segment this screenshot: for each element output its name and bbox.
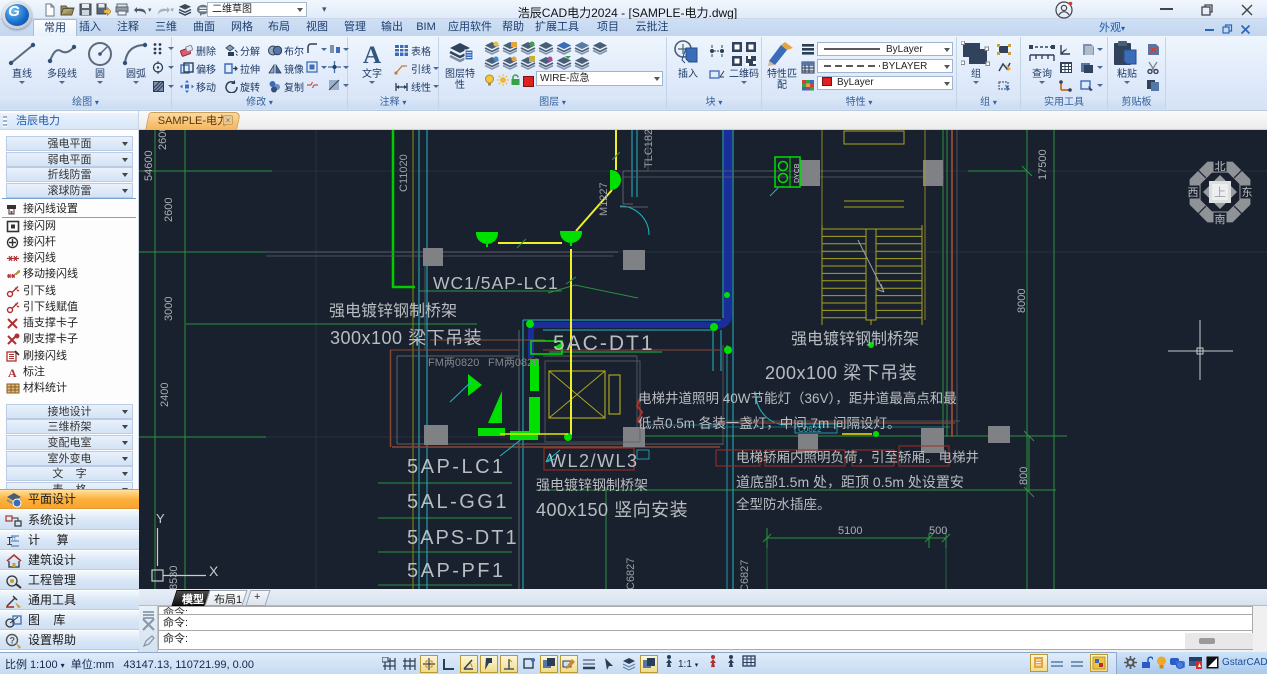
svg-text:强电镀锌钢制桥架: 强电镀锌钢制桥架 <box>329 302 457 320</box>
svg-text:500: 500 <box>929 525 947 537</box>
svg-text:8000: 8000 <box>1016 289 1028 313</box>
svg-text:A: A <box>363 42 381 67</box>
svg-text:FM两0820: FM两0820 <box>488 357 539 369</box>
svg-text:2600: 2600 <box>157 130 169 150</box>
svg-text:5AP-PF1: 5AP-PF1 <box>407 560 506 582</box>
svg-text:5100: 5100 <box>838 525 862 537</box>
svg-text:5AC-DT1: 5AC-DT1 <box>553 332 655 355</box>
svg-text:400x150 竖向安装: 400x150 竖向安装 <box>536 500 688 520</box>
svg-text:M1227: M1227 <box>598 182 610 216</box>
svg-text:C6827: C6827 <box>625 558 637 589</box>
svg-text:Y: Y <box>156 511 165 526</box>
svg-text:南: 南 <box>1215 213 1226 226</box>
svg-text:东: 东 <box>1242 186 1253 199</box>
svg-text:电梯轿厢内照明负荷，引至轿厢。电梯井: 电梯轿厢内照明负荷，引至轿厢。电梯井 <box>736 450 979 465</box>
svg-text:强电镀锌钢制桥架: 强电镀锌钢制桥架 <box>536 477 648 493</box>
svg-text:54600: 54600 <box>143 150 155 181</box>
svg-text:2600: 2600 <box>163 198 175 222</box>
svg-text:北: 北 <box>1215 160 1226 173</box>
svg-text:17500: 17500 <box>1037 149 1049 180</box>
svg-text:300x100 梁下吊装: 300x100 梁下吊装 <box>330 328 482 348</box>
svg-text:全型防水插座。: 全型防水插座。 <box>736 496 831 512</box>
svg-text:5APS-DT1: 5APS-DT1 <box>407 527 519 549</box>
svg-text:200x100 梁下吊装: 200x100 梁下吊装 <box>765 363 917 383</box>
svg-text:5AP-LC1: 5AP-LC1 <box>407 456 506 478</box>
svg-text:A: A <box>8 366 17 379</box>
svg-text:2400: 2400 <box>159 383 171 407</box>
svg-text:WL2/WL3: WL2/WL3 <box>549 451 639 471</box>
svg-text:DYCB: DYCB <box>794 163 801 183</box>
svg-text:H: H <box>12 536 16 542</box>
svg-text:TLC182: TLC182 <box>643 130 655 168</box>
svg-text:?: ? <box>10 636 16 646</box>
svg-text:X: X <box>209 563 219 579</box>
svg-text:5AL-GG1: 5AL-GG1 <box>407 491 509 513</box>
svg-text:3000: 3000 <box>163 297 175 321</box>
svg-text:道底部1.5m 处，距顶 0.5m 处设置安: 道底部1.5m 处，距顶 0.5m 处设置安 <box>736 474 964 490</box>
svg-text:800: 800 <box>1018 467 1030 485</box>
svg-text:C11020: C11020 <box>398 154 410 192</box>
svg-text:FM两0820: FM两0820 <box>428 357 479 369</box>
svg-text:C6827: C6827 <box>739 560 751 589</box>
svg-text:WC1/5AP-LC1: WC1/5AP-LC1 <box>433 273 559 293</box>
svg-text:西: 西 <box>1188 187 1199 199</box>
svg-text:8530: 8530 <box>168 566 180 589</box>
svg-text:强电镀锌钢制桥架: 强电镀锌钢制桥架 <box>791 330 919 348</box>
svg-text:电梯井道照明 40W节能灯（36V），距井道最高点和最: 电梯井道照明 40W节能灯（36V），距井道最高点和最 <box>638 390 957 406</box>
svg-text:上: 上 <box>1214 186 1226 200</box>
svg-text:低点0.5m 各装一盏灯，中间 7m 间隔设灯。: 低点0.5m 各装一盏灯，中间 7m 间隔设灯。 <box>638 416 901 431</box>
